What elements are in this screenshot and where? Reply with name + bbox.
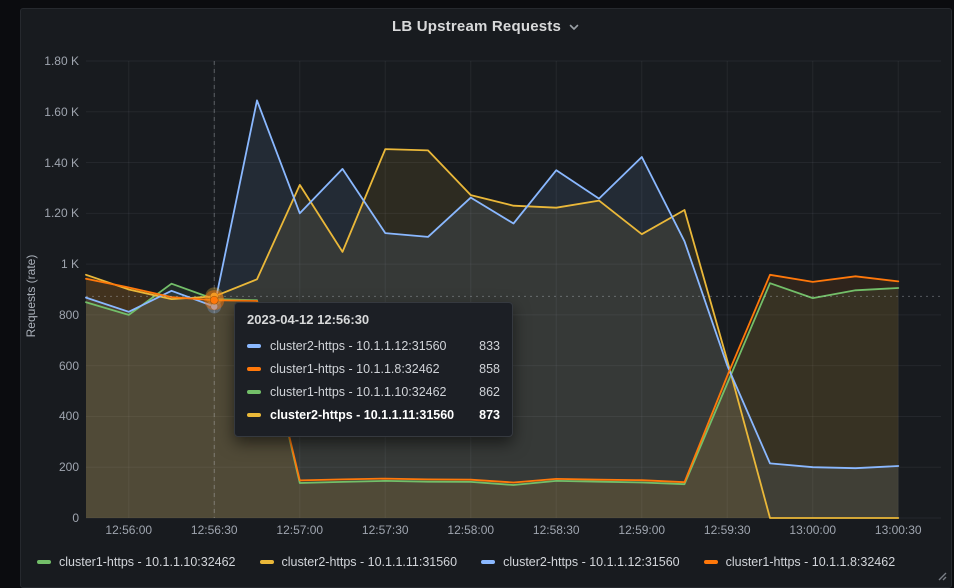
tooltip-row: cluster2-https - 10.1.1.12:31560 833 <box>247 334 500 357</box>
tooltip-series-label: cluster2-https - 10.1.1.11:31560 <box>270 408 454 422</box>
legend-item[interactable]: cluster2-https - 10.1.1.12:31560 <box>481 555 680 569</box>
legend-item[interactable]: cluster1-https - 10.1.1.8:32462 <box>704 555 896 569</box>
series-color-swatch <box>247 390 261 394</box>
tooltip-row: cluster1-https - 10.1.1.10:32462 862 <box>247 380 500 403</box>
legend-item-label: cluster2-https - 10.1.1.11:31560 <box>282 555 458 569</box>
time-series-chart[interactable] <box>21 9 953 588</box>
tooltip-series-value: 873 <box>465 408 500 422</box>
tooltip-row: cluster1-https - 10.1.1.8:32462 858 <box>247 357 500 380</box>
tooltip: 2023-04-12 12:56:30 cluster2-https - 10.… <box>234 302 513 437</box>
legend-item-label: cluster1-https - 10.1.1.10:32462 <box>59 555 236 569</box>
series-color-swatch <box>247 344 261 348</box>
panel-resize-handle[interactable] <box>935 569 947 581</box>
hover-point <box>210 296 218 304</box>
series-color-swatch <box>704 560 718 564</box>
tooltip-timestamp: 2023-04-12 12:56:30 <box>247 312 500 327</box>
series-color-swatch <box>37 560 51 564</box>
tooltip-series-value: 862 <box>465 385 500 399</box>
legend-item[interactable]: cluster2-https - 10.1.1.11:31560 <box>260 555 458 569</box>
tooltip-series-value: 833 <box>465 339 500 353</box>
legend-item-label: cluster2-https - 10.1.1.12:31560 <box>503 555 680 569</box>
grafana-panel: LB Upstream Requests Requests (rate) 020… <box>20 8 952 588</box>
series-color-swatch <box>247 413 261 417</box>
tooltip-series-label: cluster1-https - 10.1.1.10:32462 <box>270 385 447 399</box>
series-color-swatch <box>481 560 495 564</box>
series-color-swatch <box>247 367 261 371</box>
tooltip-series-value: 858 <box>465 362 500 376</box>
legend-item-label: cluster1-https - 10.1.1.8:32462 <box>726 555 896 569</box>
legend-item[interactable]: cluster1-https - 10.1.1.10:32462 <box>37 555 236 569</box>
tooltip-series-label: cluster1-https - 10.1.1.8:32462 <box>270 362 440 376</box>
grafana-dashboard: LB Upstream Requests Requests (rate) 020… <box>0 0 954 588</box>
tooltip-row: cluster2-https - 10.1.1.11:31560 873 <box>247 403 500 426</box>
tooltip-series-label: cluster2-https - 10.1.1.12:31560 <box>270 339 447 353</box>
series-color-swatch <box>260 560 274 564</box>
legend: cluster1-https - 10.1.1.10:32462 cluster… <box>29 550 943 574</box>
